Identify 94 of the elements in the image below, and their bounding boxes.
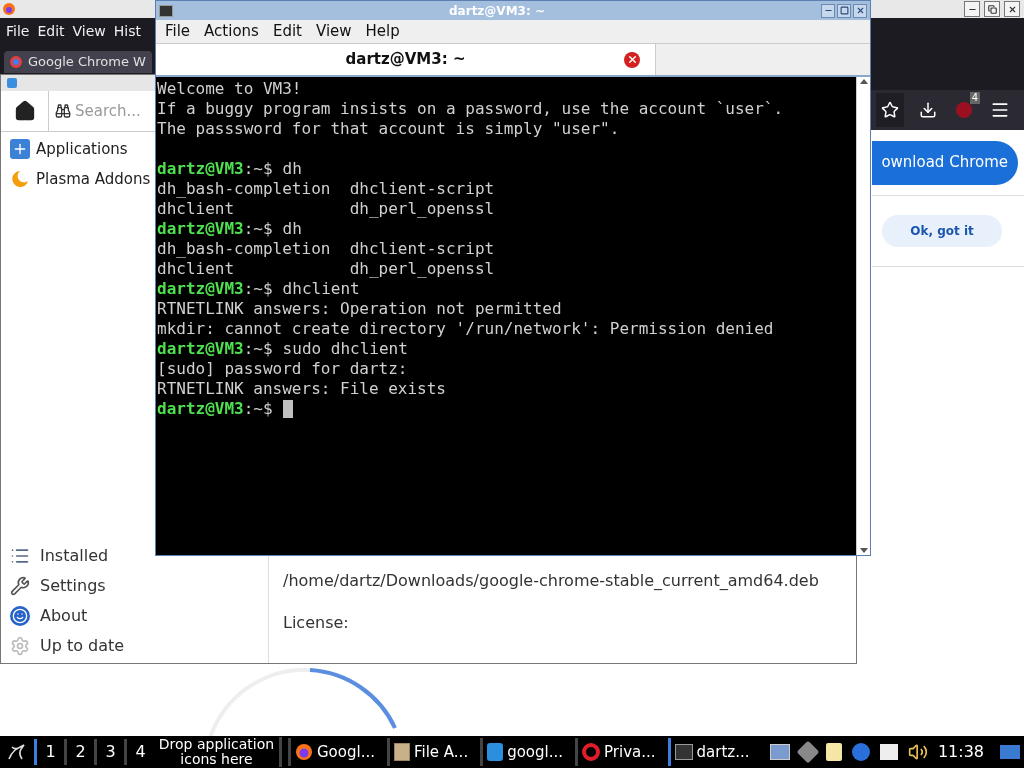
binoculars-icon [55,103,71,119]
maximize-icon [839,6,849,15]
terminal-output: [sudo] password for dartz: [157,359,408,379]
firefox-icon [2,2,16,16]
menu-item[interactable]: View [72,21,106,42]
network-icon[interactable] [769,744,790,760]
terminal-output: dh_bash-completion dhclient-script [157,179,495,199]
chrome-icon [10,56,22,68]
bookmark-button[interactable] [876,93,904,127]
search-field[interactable]: Search... [75,99,151,123]
maximize-button[interactable] [837,3,851,18]
app-icon [7,78,17,88]
prompt-path: :~$ [243,339,273,359]
close-icon [1007,4,1017,14]
box-icon [394,743,410,761]
menu-item[interactable]: Actions [204,20,259,43]
maximize-button[interactable] [984,1,1000,17]
terminal-output: Welcome to VM3! [157,79,302,99]
sidebar-item[interactable]: Installed [1,541,118,571]
home-icon [13,100,36,122]
download-icon [919,101,937,119]
prompt-path: :~$ [243,219,273,239]
prompt-user: dartz@VM3 [157,399,244,419]
prompt-user: dartz@VM3 [157,279,244,299]
task-button[interactable]: googl... [480,738,570,766]
close-button[interactable] [853,3,867,18]
terminal-output: If a buggy program insists on a password, use the account `user`. [157,99,784,119]
prompt-path: :~$ [243,399,273,419]
sidebar-item[interactable]: About [1,601,97,631]
menu-item[interactable]: Hist [113,21,141,42]
license-label: License: [283,612,350,634]
terminal-output: mkdir: cannot create directory '/run/network': Permission denied [157,319,774,339]
terminal-output: dh_bash-completion dhclient-script [157,239,495,259]
scrollbar[interactable] [856,77,870,555]
minimize-button[interactable] [964,1,980,17]
download-chrome-button[interactable]: ownload Chrome [872,140,1018,185]
close-icon [855,6,865,15]
terminal-output: dhclient dh_perl_openssl [157,199,495,219]
menu-item[interactable]: View [315,20,352,43]
terminal-icon [674,744,693,760]
ring-icon [582,743,601,761]
gear-icon [10,636,30,656]
terminal-tab[interactable]: dartz@VM3: ~ [156,44,656,75]
category-item[interactable]: Plasma Addons [1,164,151,194]
terminal-command: dh [282,219,302,239]
star-icon [881,101,899,119]
workspace-button[interactable]: 3 [94,739,124,765]
workspace-button[interactable]: 2 [64,739,94,765]
firefox-icon [295,743,313,761]
prompt-path: :~$ [243,159,273,179]
task-button[interactable]: dartz... [667,738,756,766]
grid-icon [10,139,30,159]
prompt-user: dartz@VM3 [157,339,244,359]
prompt-user: dartz@VM3 [157,219,244,239]
wrench-icon [10,576,30,596]
list-icon [10,546,30,566]
terminal-command: sudo dhclient [282,339,408,359]
menu-item[interactable]: Help [365,20,400,43]
terminal-output: RTNETLINK answers: Operation not permitted [157,299,562,319]
terminal-output: The passsword for that account is simply "user". [157,119,620,139]
menu-item[interactable]: Edit [37,21,65,42]
smiley-icon [10,606,30,626]
ok-got-it-button[interactable]: Ok, got it [882,215,1002,247]
volume-icon[interactable] [907,742,928,762]
prompt-path: :~$ [243,279,273,299]
close-button[interactable] [1004,1,1020,17]
source-path: /home/dartz/Downloads/google-chrome-stable_current_amd64.deb [283,570,820,592]
terminal-output: RTNETLINK answers: File exists [157,379,446,399]
terminal-command: dhclient [282,279,360,299]
sidebar-item[interactable]: Settings [1,571,115,601]
menu-item[interactable]: File [165,20,191,43]
workspace-button[interactable]: 4 [124,739,154,765]
close-icon[interactable] [624,51,640,68]
menu-item[interactable]: Edit [272,20,302,43]
crescent-icon [10,169,30,189]
workspace-button[interactable]: 1 [34,739,64,765]
menu-icon [990,100,1010,120]
category-item[interactable]: Applications [1,134,128,164]
minimize-button[interactable] [821,3,835,18]
task-button[interactable]: Googl... [288,738,381,766]
task-button[interactable]: File A... [387,738,475,766]
clock[interactable]: 11:38 [937,740,984,764]
terminal-titlebar: dartz@VM3: ~ [156,1,870,20]
terminal-command: dh [282,159,302,179]
drop-hint: Drop application icons here [154,737,282,767]
prompt-user: dartz@VM3 [157,159,244,179]
restore-icon [987,4,997,14]
menu-item[interactable]: File [6,21,30,42]
terminal-icon [159,4,173,17]
sidebar-item[interactable]: Up to date [1,631,134,661]
count-badge: 4 [969,92,980,104]
terminal-output: dhclient dh_perl_openssl [157,259,495,279]
task-button[interactable]: Priva... [575,738,662,766]
browser-tab[interactable]: Google Chrome W [4,51,152,73]
